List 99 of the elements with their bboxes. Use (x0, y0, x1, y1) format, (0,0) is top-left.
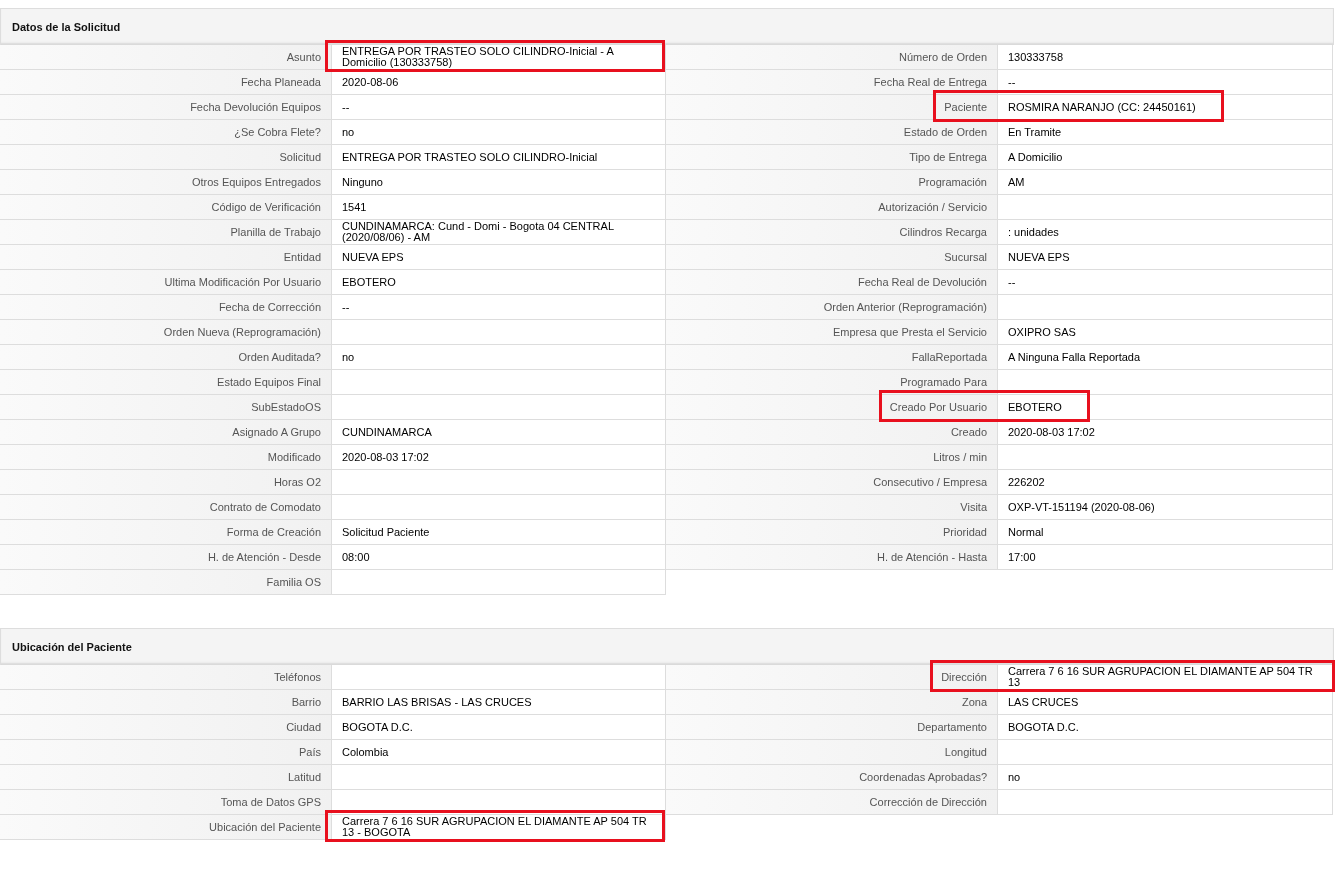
field-label: Longitud (944, 746, 987, 758)
field-value: NUEVA EPS (1008, 251, 1070, 263)
field-label: Programación (918, 176, 987, 188)
field-value: A Domicilio (1008, 151, 1063, 163)
field-value: A Ninguna Falla Reportada (1008, 351, 1141, 363)
field-label: H. de Atención - Desde (207, 551, 321, 563)
field-value: 08:00 (342, 551, 370, 563)
field-value: Normal (1008, 526, 1044, 538)
field-label: Litros / min (933, 451, 987, 463)
field-label: Fecha Real de Entrega (873, 76, 987, 88)
field-label: SubEstadoOS (251, 401, 321, 413)
field-label: Solicitud (279, 151, 321, 163)
field-value: Colombia (342, 746, 389, 758)
field-value: 2020-08-06 (342, 76, 399, 88)
field-value: BOGOTA D.C. (1008, 721, 1079, 733)
field-value: OXP-VT-151194 (2020-08-06) (1008, 501, 1155, 513)
field-value: 130333758 (1008, 51, 1064, 63)
section-title: Ubicación del Paciente (12, 641, 132, 653)
field-label: Orden Auditada? (238, 351, 321, 363)
field-label: Coordenadas Aprobadas? (859, 771, 987, 783)
field-value: AM (1008, 176, 1025, 188)
field-label: Planilla de Trabajo (230, 226, 321, 238)
field-label: Empresa que Presta el Servicio (832, 326, 987, 338)
field-value: ROSMIRA NARANJO (CC: 24450161) (1008, 101, 1196, 113)
field-label: Fecha Planeada (240, 76, 321, 88)
field-value: CUNDINAMARCA (342, 426, 432, 438)
field-label: Paciente (944, 101, 987, 113)
field-label: Programado Para (900, 376, 987, 388)
field-label: Autorización / Servicio (878, 201, 987, 213)
field-label: Fecha Devolución Equipos (190, 101, 321, 113)
field-label: H. de Atención - Hasta (876, 551, 987, 563)
field-label: Fecha de Corrección (218, 301, 321, 313)
field-label: Fecha Real de Devolución (857, 276, 987, 288)
field-value: EBOTERO (342, 276, 396, 288)
field-label: Creado (950, 426, 987, 438)
field-label: Sucursal (944, 251, 987, 263)
field-label: País (299, 746, 321, 758)
field-value: 2020-08-03 17:02 (1008, 426, 1095, 438)
field-value: -- (1008, 76, 1016, 88)
field-label: FallaReportada (911, 351, 987, 363)
field-value: 17:00 (1008, 551, 1036, 563)
field-label: Contrato de Comodato (209, 501, 321, 513)
field-value: LAS CRUCES (1008, 696, 1079, 708)
field-label: Tipo de Entrega (909, 151, 987, 163)
field-value: Ninguno (342, 176, 383, 188)
field-label: Otros Equipos Entregados (191, 176, 321, 188)
field-label: Familia OS (266, 576, 321, 588)
field-label: Toma de Datos GPS (220, 796, 321, 808)
field-value: OXIPRO SAS (1008, 326, 1076, 338)
field-value: -- (1008, 276, 1016, 288)
field-label: Estado Equipos Final (217, 376, 321, 388)
field-label: Latitud (287, 771, 321, 783)
field-value: BARRIO LAS BRISAS - LAS CRUCES (342, 696, 532, 708)
field-value: 226202 (1008, 476, 1045, 488)
field-label: Orden Nueva (Reprogramación) (163, 326, 321, 338)
field-label: ¿Se Cobra Flete? (234, 126, 321, 138)
field-label: Creado Por Usuario (889, 401, 987, 413)
field-label: Modificado (267, 451, 321, 463)
field-value: no (1008, 771, 1021, 783)
field-label: Consecutivo / Empresa (873, 476, 987, 488)
field-value: BOGOTA D.C. (342, 721, 413, 733)
field-value: no (342, 351, 355, 363)
field-label: Horas O2 (273, 476, 321, 488)
field-label: Dirección (941, 671, 987, 683)
field-label: Teléfonos (273, 671, 321, 683)
field-value: CUNDINAMARCA: Cund - Domi - Bogota 04 CENTRAL (2020/08/06) - AM (342, 221, 615, 243)
field-label: Estado de Orden (903, 126, 987, 138)
field-value: Carrera 7 6 16 SUR AGRUPACION EL DIAMANTE AP 504 TR 13 (1008, 666, 1314, 688)
field-value: -- (342, 301, 350, 313)
field-label: Zona (961, 696, 987, 708)
field-value: 2020-08-03 17:02 (342, 451, 429, 463)
field-label: Ultima Modificación Por Usuario (164, 276, 321, 288)
field-label: Asunto (286, 51, 321, 63)
field-label: Departamento (917, 721, 987, 733)
field-value: EBOTERO (1008, 401, 1062, 413)
section-title: Datos de la Solicitud (12, 21, 121, 33)
field-label: Orden Anterior (Reprogramación) (823, 301, 987, 313)
field-value: En Tramite (1008, 126, 1062, 138)
field-value: Carrera 7 6 16 SUR AGRUPACION EL DIAMANTE AP 504 TR 13 - BOGOTA (342, 816, 648, 838)
field-value: : unidades (1008, 226, 1059, 238)
field-label: Forma de Creación (226, 526, 321, 538)
field-label: Número de Orden (898, 51, 987, 63)
field-label: Prioridad (942, 526, 987, 538)
field-label: Ciudad (286, 721, 321, 733)
field-label: Asignado A Grupo (232, 426, 321, 438)
field-label: Cilindros Recarga (899, 226, 987, 238)
field-value: 1541 (342, 201, 367, 213)
field-value: ENTREGA POR TRASTEO SOLO CILINDRO-Inicial - A Domicilio (130333758) (342, 46, 615, 68)
field-value: Solicitud Paciente (342, 526, 430, 538)
field-label: Entidad (283, 251, 321, 263)
field-label: Visita (960, 501, 987, 513)
field-label: Corrección de Dirección (869, 796, 987, 808)
field-value: -- (342, 101, 350, 113)
field-value: no (342, 126, 355, 138)
field-value: NUEVA EPS (342, 251, 404, 263)
field-label: Ubicación del Paciente (209, 821, 321, 833)
field-value: ENTREGA POR TRASTEO SOLO CILINDRO-Inicial (342, 151, 598, 163)
field-label: Barrio (291, 696, 321, 708)
field-label: Código de Verificación (211, 201, 321, 213)
